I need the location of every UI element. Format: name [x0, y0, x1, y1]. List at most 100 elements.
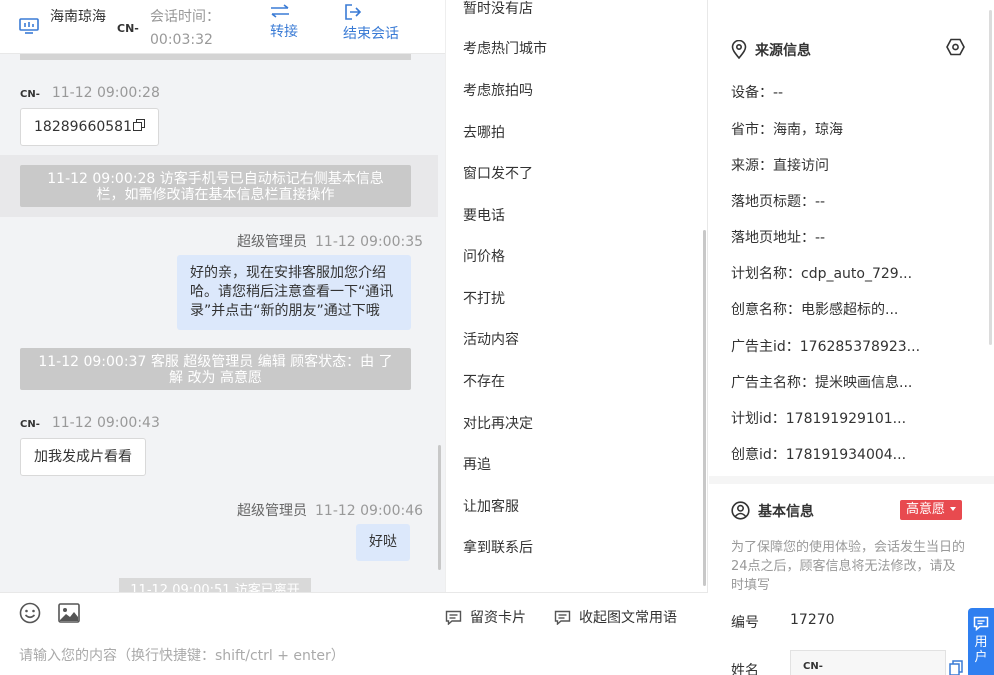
transfer-button[interactable]: 转接 — [270, 4, 298, 42]
quick-reply-item[interactable]: 拿到联系后 — [463, 537, 533, 557]
source-info-title: 来源信息 — [731, 39, 811, 60]
message-time: 11-12 09:00:28 — [51, 85, 160, 101]
logout-icon — [345, 4, 362, 20]
source-info-title-text: 来源信息 — [755, 43, 811, 59]
quick-reply-item[interactable]: 让加客服 — [463, 496, 519, 516]
system-message-text: 11-12 09:00:51 访客已离开 — [130, 583, 300, 592]
source-field-advertiser-name: 广告主名称：提米映画信息... — [731, 375, 913, 391]
quick-reply-item[interactable]: 活动内容 — [463, 329, 519, 349]
visitor-tag: CN- — [117, 22, 139, 35]
message-text: 18289660581 — [34, 119, 132, 135]
transfer-icon — [271, 4, 289, 18]
system-message-text: 11-12 09:00:37 客服 超级管理员 编辑 顾客状态：由 了解 改为 … — [38, 354, 393, 386]
source-field-province: 省市：海南，琼海 — [731, 122, 843, 138]
lead-card-label: 留资卡片 — [470, 610, 526, 626]
agent-message-bubble[interactable]: 好哒 — [356, 524, 410, 561]
source-field-plan-id: 计划id：178191929101... — [731, 411, 907, 427]
system-message-text: 11-12 09:00:28 访客手机号已自动标记右侧基本信息栏，如需修改请在基… — [47, 171, 384, 203]
source-field-source: 来源：直接访问 — [731, 158, 829, 174]
card-icon — [445, 610, 462, 626]
message-meta: CN- 11-12 09:00:28 — [20, 85, 160, 101]
previous-system-message — [20, 54, 411, 60]
quick-reply-item[interactable]: 窗口发不了 — [463, 163, 533, 183]
name-field[interactable]: CN- — [790, 650, 946, 675]
source-field-device: 设备：-- — [731, 85, 784, 101]
sender-name: 超级管理员 — [237, 234, 307, 250]
message-meta: CN- 11-12 09:00:43 — [20, 415, 160, 431]
message-meta: 超级管理员 11-12 09:00:46 — [237, 500, 423, 520]
transfer-label: 转接 — [270, 24, 298, 40]
basic-info-title-text: 基本信息 — [758, 504, 814, 520]
phrases-icon — [554, 610, 571, 626]
user-float-label: 用户 — [974, 635, 988, 665]
message-time: 11-12 09:00:43 — [51, 415, 160, 431]
quick-reply-item[interactable]: 考虑热门城市 — [463, 38, 547, 58]
image-icon[interactable] — [58, 603, 80, 623]
system-message-partial: 11-12 09:00:51 访客已离开 — [119, 578, 311, 592]
chat-area: CN- 11-12 09:00:28 18289660581 11-12 09:0… — [0, 0, 445, 592]
name-label: 姓名 — [731, 663, 759, 675]
chat-header: 海南琼海 CN- 会话时间： 00:03:32 转接 结束会话 — [0, 0, 445, 54]
message-text: 好的亲，现在安排客服加您介绍哈。请您稍后注意查看一下“通讯录”并点击“新的朋友”… — [190, 265, 394, 319]
system-message: 11-12 09:00:37 客服 超级管理员 编辑 顾客状态：由 了解 改为 … — [20, 348, 411, 390]
session-time: 会话时间： 00:03:32 — [150, 6, 220, 52]
session-time-label: 会话时间： — [150, 9, 220, 25]
quick-reply-item[interactable]: 不存在 — [463, 371, 505, 391]
copy-icon[interactable] — [949, 660, 963, 675]
quick-reply-item[interactable]: 要电话 — [463, 205, 505, 225]
visitor-message-bubble[interactable]: 18289660581 — [20, 108, 159, 146]
message-text: 加我发成片看看 — [34, 449, 132, 465]
message-meta: 超级管理员 11-12 09:00:35 — [237, 231, 423, 251]
visitor-name: 海南琼海 — [50, 9, 106, 25]
sender-name: 超级管理员 — [237, 503, 307, 519]
quick-reply-scrollbar[interactable] — [703, 230, 706, 586]
system-message: 11-12 09:00:28 访客手机号已自动标记右侧基本信息栏，如需修改请在基… — [20, 165, 411, 207]
collapse-phrases-label: 收起图文常用语 — [579, 610, 677, 626]
quick-reply-item[interactable]: 考虑旅拍吗 — [463, 80, 533, 100]
source-field-landing-title: 落地页标题：-- — [731, 194, 826, 210]
name-field-value: CN- — [803, 661, 823, 672]
end-session-button[interactable]: 结束会话 — [343, 4, 399, 44]
visitor-message-bubble[interactable]: 加我发成片看看 — [20, 438, 146, 476]
quick-reply-item[interactable]: 去哪拍 — [463, 122, 505, 142]
end-session-label: 结束会话 — [343, 26, 399, 42]
app-root: CN- 11-12 09:00:28 18289660581 11-12 09:0… — [0, 0, 994, 675]
sender-tag: CN- — [20, 89, 40, 100]
message-text: 好哒 — [369, 534, 397, 550]
user-circle-icon — [731, 501, 750, 520]
id-value: 17270 — [790, 612, 835, 628]
copy-icon[interactable] — [132, 119, 145, 131]
chat-scrollbar[interactable] — [438, 445, 441, 570]
message-input[interactable]: 请输入您的内容（换行快捷键：shift/ctrl + enter） — [19, 645, 345, 665]
agent-message-bubble[interactable]: 好的亲，现在安排客服加您介绍哈。请您稍后注意查看一下“通讯录”并点击“新的朋友”… — [177, 255, 411, 330]
source-field-creative-name: 创意名称：电影感超标的... — [731, 302, 899, 318]
monitor-icon — [19, 18, 39, 34]
emoji-icon[interactable] — [19, 602, 41, 624]
view-icon[interactable] — [946, 38, 965, 56]
quick-reply-item[interactable]: 再追 — [463, 454, 491, 474]
message-time: 11-12 09:00:35 — [315, 234, 424, 250]
panel-scrollbar[interactable] — [989, 10, 992, 345]
quick-reply-item[interactable]: 暂时没有店 — [463, 0, 533, 18]
lead-card-button[interactable]: 留资卡片 — [445, 607, 526, 627]
source-field-advertiser-id: 广告主id：176285378923... — [731, 339, 921, 355]
source-field-creative-id: 创意id：178191934004... — [731, 447, 907, 463]
basic-info-title: 基本信息 — [731, 501, 814, 521]
chat-bubble-icon — [973, 616, 989, 631]
session-time-value: 00:03:32 — [150, 32, 213, 48]
source-field-landing-url: 落地页地址：-- — [731, 230, 826, 246]
intent-status-dropdown[interactable]: 高意愿 — [900, 500, 963, 520]
customer-info-panel: 来源信息 设备：-- 省市：海南，琼海 来源：直接访问 落地页标题：-- 落地页… — [709, 0, 994, 675]
quick-reply-item[interactable]: 不打扰 — [463, 288, 505, 308]
id-label: 编号 — [731, 615, 759, 631]
quick-reply-list: 暂时没有店 考虑热门城市 考虑旅拍吗 去哪拍 窗口发不了 要电话 问价格 不打扰… — [445, 0, 708, 592]
location-pin-icon — [731, 39, 747, 60]
quick-reply-item[interactable]: 问价格 — [463, 246, 505, 266]
section-divider — [709, 476, 994, 484]
collapse-phrases-button[interactable]: 收起图文常用语 — [554, 607, 677, 627]
edit-notice: 为了保障您的使用体验，会话发生当日的24点之后，顾客信息将无法修改，请及时填写 — [731, 540, 966, 593]
message-input-area: 留资卡片 收起图文常用语 请输入您的内容（换行快捷键：shift/ctrl + … — [0, 592, 708, 675]
quick-reply-item[interactable]: 对比再决定 — [463, 413, 533, 433]
user-float-button[interactable]: 用户 — [968, 608, 994, 675]
sender-tag: CN- — [20, 419, 40, 430]
